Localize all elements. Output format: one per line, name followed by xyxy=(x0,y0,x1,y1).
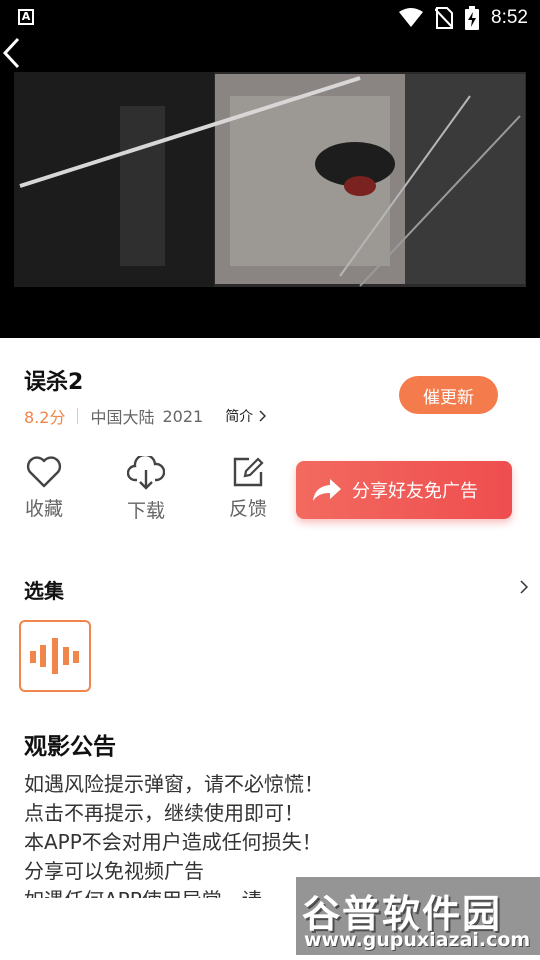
watermark-url: www.gupuxiazai.com xyxy=(304,929,531,951)
no-sim-icon xyxy=(435,7,454,29)
heart-icon xyxy=(26,456,62,488)
notice-line: 如遇风险提示弹窗，请不必惊慌！ xyxy=(24,772,324,796)
video-frame xyxy=(0,36,540,338)
feedback-label: 反馈 xyxy=(228,498,267,520)
notice-line: 本APP不会对用户造成任何损失！ xyxy=(24,830,322,854)
watermark: 谷普软件园 www.gupuxiazai.com xyxy=(296,877,540,955)
video-player[interactable] xyxy=(0,36,540,338)
intro-label: 简介 xyxy=(225,409,254,425)
playing-bars-icon xyxy=(30,638,79,674)
share-label: 分享好友免广告 xyxy=(352,481,478,502)
chevron-right-icon[interactable] xyxy=(520,580,528,594)
share-arrow-icon xyxy=(313,479,341,501)
favorite-label: 收藏 xyxy=(24,498,63,520)
status-icons: 8:52 xyxy=(399,6,528,30)
movie-score: 8.2分 xyxy=(24,408,66,427)
request-update-button[interactable]: 催更新 xyxy=(399,376,498,414)
back-arrow-icon[interactable] xyxy=(0,36,30,70)
meta-divider xyxy=(77,408,79,424)
share-button[interactable]: 分享好友免广告 xyxy=(296,461,512,519)
wifi-icon xyxy=(399,8,424,27)
status-bar: A 8:52 xyxy=(0,0,540,36)
cloud-download-icon xyxy=(127,456,165,490)
download-label: 下载 xyxy=(126,500,165,522)
notice-title: 观影公告 xyxy=(24,734,116,760)
favorite-button[interactable]: 收藏 xyxy=(14,456,74,521)
chevron-right-icon xyxy=(259,410,267,422)
episode-item-playing[interactable] xyxy=(19,620,91,692)
edit-icon xyxy=(233,457,264,487)
app-notification-icon: A xyxy=(18,9,34,25)
movie-region: 中国大陆 xyxy=(90,408,155,427)
clock: 8:52 xyxy=(491,7,528,28)
movie-title: 误杀2 xyxy=(24,370,84,395)
feedback-button[interactable]: 反馈 xyxy=(218,456,278,521)
movie-meta: 8.2分 中国大陆 2021 简介 xyxy=(24,404,267,428)
download-button[interactable]: 下载 xyxy=(116,456,176,523)
battery-charging-icon xyxy=(465,6,480,30)
intro-link[interactable]: 简介 xyxy=(225,406,267,426)
movie-year: 2021 xyxy=(162,406,204,426)
episodes-title: 选集 xyxy=(24,579,64,603)
notice-line: 点击不再提示，继续使用即可！ xyxy=(24,801,304,825)
